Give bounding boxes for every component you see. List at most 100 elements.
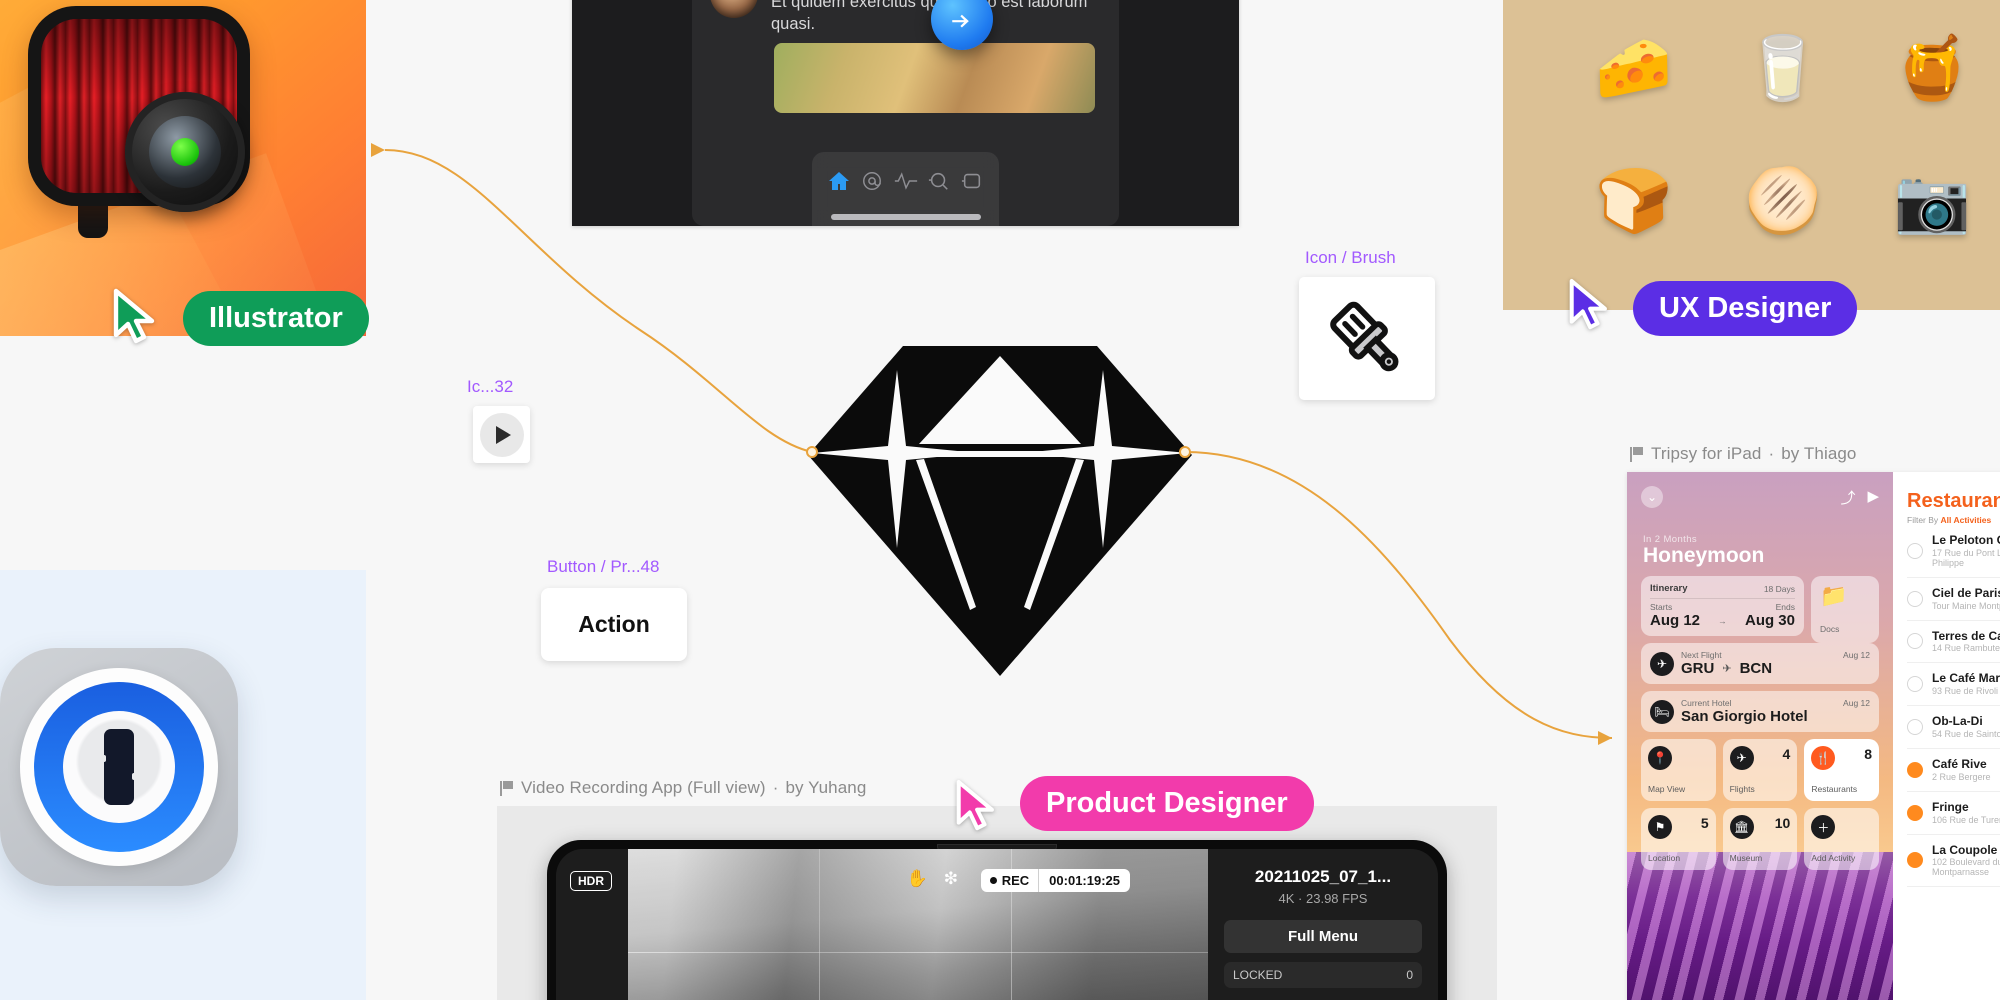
list-item[interactable]: La Coupole 102 Boulevard du Montparnasse — [1907, 835, 2000, 888]
illustrator-artboard[interactable] — [0, 0, 366, 336]
map-pin-icon: 📍 — [1648, 746, 1672, 770]
restaurant-name: Le Café Marly — [1932, 671, 2000, 686]
onepassword-app-icon[interactable] — [0, 648, 238, 886]
flights-tile[interactable]: ✈ 4 Flights — [1722, 739, 1798, 801]
map-view-tile[interactable]: 📍 Map View — [1641, 739, 1716, 801]
activity-tiles: 📍 Map View ✈ 4 Flights 🍴 8 Restaurants ⚑… — [1641, 739, 1879, 870]
checkbox-icon[interactable] — [1907, 852, 1923, 869]
docs-label: Docs — [1820, 624, 1840, 634]
button-primary-component-label[interactable]: Button / Pr...48 — [547, 557, 659, 577]
itinerary-card[interactable]: Itinerary 18 Days Starts Ends Aug 12 → A… — [1641, 576, 1804, 636]
play-button-component[interactable] — [473, 406, 530, 463]
location-tile[interactable]: ⚑ 5 Location — [1641, 808, 1716, 870]
tripsy-artboard[interactable]: ⌄ ⤴ ▶ In 2 Months Honeymoon Itinerary 18… — [1627, 472, 2000, 1000]
checkbox-icon[interactable] — [1907, 761, 1923, 778]
frame-flag-icon — [1630, 446, 1644, 462]
action-button-component[interactable]: Action — [541, 588, 687, 661]
post-attachment-image[interactable] — [774, 42, 1095, 113]
museum-tile[interactable]: 🏛 10 Museum — [1722, 808, 1798, 870]
keyhole-icon — [101, 729, 137, 805]
flash-off-icon[interactable]: ❇ — [944, 869, 958, 889]
collapse-chevron-icon[interactable]: ⌄ — [1641, 486, 1663, 508]
next-flight-label: Next Flight — [1681, 650, 1722, 660]
museum-count: 10 — [1774, 815, 1791, 831]
add-activity-tile[interactable]: ＋ Add Activity — [1804, 808, 1879, 870]
bread-loaf-icon[interactable]: 🫓 — [1744, 170, 1821, 233]
video-frame-label[interactable]: Video Recording App (Full view) · by Yuh… — [500, 778, 866, 798]
full-menu-button[interactable]: Full Menu — [1224, 920, 1422, 953]
checkbox-icon[interactable] — [1907, 676, 1923, 693]
share-icon[interactable]: ⤴ — [1840, 487, 1855, 508]
camera-icon[interactable]: 📷 — [1894, 170, 1971, 233]
list-item[interactable]: Ob-La-Di54 Rue de Saintonge — [1907, 706, 2000, 749]
trip-toolbar[interactable]: ⌄ ⤴ ▶ — [1641, 486, 1879, 508]
list-item[interactable]: Ciel de ParisTour Maine Montparnasse — [1907, 578, 2000, 621]
trip-summary-pane[interactable]: ⌄ ⤴ ▶ In 2 Months Honeymoon Itinerary 18… — [1627, 472, 1893, 1000]
ux-icons-artboard[interactable]: 🧀 🥛 🍯 🍞 🫓 📷 — [1503, 0, 2000, 310]
folder-icon: 📁 — [1820, 583, 1848, 608]
locked-setting-row[interactable]: LOCKED 0 — [1224, 962, 1422, 988]
checkbox-icon[interactable] — [1907, 804, 1923, 821]
post-item[interactable]: 5m Janice Teal @jteal@mastodon.social Et… — [692, 0, 1119, 36]
list-item[interactable]: Terres de Café14 Rue Rambuteau — [1907, 621, 2000, 664]
cheese-wedge-icon[interactable]: 🧀 — [1595, 37, 1672, 100]
restaurants-list-pane[interactable]: Restaurants Filter By All Activities Le … — [1893, 472, 2000, 1000]
activity-tab-icon[interactable] — [889, 164, 922, 198]
filter-value[interactable]: All Activities — [1941, 515, 1992, 525]
list-item[interactable]: Le Café Marly93 Rue de Rivoli — [1907, 663, 2000, 707]
restaurant-address: 54 Rue de Saintonge — [1932, 728, 2000, 739]
restaurants-tile[interactable]: 🍴 8 Restaurants — [1804, 739, 1879, 801]
diamond-logo — [808, 346, 1192, 676]
restaurant-name: Ob-La-Di — [1932, 714, 1983, 729]
video-recording-artboard[interactable]: HDR REC 00:01:19:25 ✋ ❇ 20211025_07_1...… — [497, 806, 1497, 1000]
checkbox-icon[interactable] — [1907, 590, 1923, 607]
phone-sheet: 5m Janice Teal @jteal@mastodon.social Et… — [692, 0, 1119, 226]
left-control-rail[interactable]: HDR — [556, 849, 628, 1000]
icon-brush-component-label[interactable]: Icon / Brush — [1305, 248, 1396, 268]
camera-viewfinder[interactable]: REC 00:01:19:25 ✋ ❇ — [628, 849, 1208, 1000]
jam-toast-icon[interactable]: 🍞 — [1595, 170, 1672, 233]
restaurant-address: 102 Boulevard du Montparnasse — [1932, 857, 2000, 878]
cursor-label-product-designer: Product Designer — [1020, 776, 1314, 831]
next-flight-card[interactable]: ✈ Next Flight Aug 12 GRU ✈ BCN — [1641, 643, 1879, 684]
airplane-icon: ✈ — [1650, 651, 1674, 676]
tripsy-frame-label[interactable]: Tripsy for iPad · by Thiago — [1630, 444, 1857, 464]
mastodon-artboard[interactable]: 5m Janice Teal @jteal@mastodon.social Et… — [572, 0, 1239, 226]
hdr-badge[interactable]: HDR — [570, 871, 612, 891]
docs-card[interactable]: 📁 Docs — [1811, 576, 1879, 643]
restaurant-address: Tour Maine Montparnasse — [1932, 600, 2000, 611]
milk-bottle-icon[interactable]: 🥛 — [1744, 37, 1821, 100]
current-hotel-card[interactable]: 🛏 Current Hotel Aug 12 San Giorgio Hotel — [1641, 691, 1879, 732]
design-canvas[interactable]: 5m Janice Teal @jteal@mastodon.social Et… — [0, 0, 2000, 1000]
list-title: Restaurants — [1907, 490, 2000, 512]
list-item[interactable]: Café Rive 2 Rue Bergere — [1907, 749, 2000, 792]
play-circle-icon[interactable]: ▶ — [1867, 487, 1879, 508]
current-hotel-label: Current Hotel — [1681, 698, 1732, 708]
list-item[interactable]: Fringe106 Rue de Turenne — [1907, 792, 2000, 835]
profile-tab-icon[interactable] — [956, 164, 989, 198]
honey-jar-icon[interactable]: 🍯 — [1894, 37, 1971, 100]
brush-icon-component[interactable] — [1299, 277, 1435, 400]
restaurant-address: 17 Rue du Pont Louis-Philippe — [1932, 547, 2000, 568]
frame-author: by Thiago — [1781, 444, 1857, 463]
checkbox-icon[interactable] — [1907, 719, 1923, 736]
search-tab-icon[interactable] — [922, 164, 955, 198]
flights-plane-icon: ✈ — [1729, 746, 1754, 770]
restaurant-address: 93 Rue de Rivoli — [1932, 686, 1999, 697]
list-item[interactable]: Le Peloton Café17 Rue du Pont Louis-Phil… — [1907, 525, 2000, 578]
frame-title: Tripsy for iPad — [1651, 444, 1762, 463]
flight-origin: GRU — [1681, 660, 1715, 677]
onepassword-artboard[interactable] — [0, 570, 366, 1000]
home-tab-icon[interactable] — [822, 164, 855, 198]
checkbox-icon[interactable] — [1907, 633, 1923, 650]
icon-play-component-label[interactable]: Ic...32 — [467, 377, 513, 397]
timecode: 00:01:19:25 — [1038, 869, 1130, 892]
frame-separator: · — [1768, 444, 1775, 463]
locked-value: 0 — [1406, 968, 1413, 982]
hand-stabilizer-icon[interactable]: ✋ — [907, 869, 928, 889]
right-settings-panel[interactable]: 20211025_07_1... 4K · 23.98 FPS Full Men… — [1208, 849, 1438, 1000]
checkbox-icon[interactable] — [1907, 542, 1923, 559]
frame-author: by Yuhang — [785, 778, 867, 797]
mentions-tab-icon[interactable] — [855, 164, 888, 198]
flight-plane-icon: ✈ — [1722, 663, 1732, 675]
